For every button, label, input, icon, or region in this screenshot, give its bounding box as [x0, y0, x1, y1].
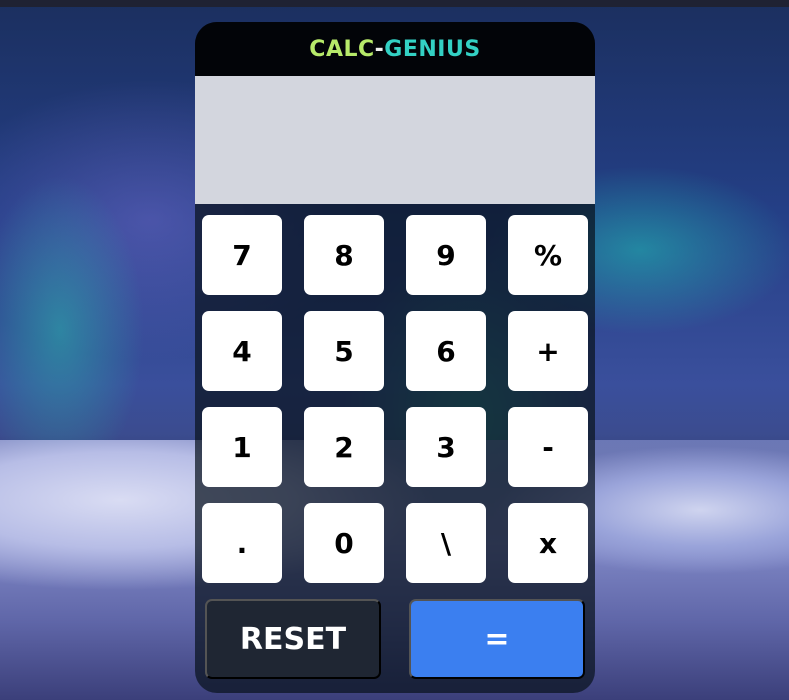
title-part-genius: GENIUS: [384, 36, 481, 62]
title-separator: -: [374, 36, 385, 62]
reset-button[interactable]: RESET: [205, 599, 381, 679]
key-2[interactable]: 2: [304, 407, 384, 487]
key-percent[interactable]: %: [508, 215, 588, 295]
key-8[interactable]: 8: [304, 215, 384, 295]
key-minus[interactable]: -: [508, 407, 588, 487]
key-9[interactable]: 9: [406, 215, 486, 295]
calculator-display: [195, 76, 595, 204]
key-6[interactable]: 6: [406, 311, 486, 391]
title-part-calc: CALC: [309, 36, 375, 62]
window-top-strip: [0, 0, 789, 7]
key-5[interactable]: 5: [304, 311, 384, 391]
key-plus[interactable]: +: [508, 311, 588, 391]
key-3[interactable]: 3: [406, 407, 486, 487]
equals-button[interactable]: =: [409, 599, 585, 679]
key-divide[interactable]: \: [406, 503, 486, 583]
calculator: CALC - GENIUS 7 8 9 % 4 5 6 + 1 2 3 - . …: [195, 22, 595, 693]
key-7[interactable]: 7: [202, 215, 282, 295]
key-4[interactable]: 4: [202, 311, 282, 391]
calculator-header: CALC - GENIUS: [195, 22, 595, 76]
key-decimal[interactable]: .: [202, 503, 282, 583]
key-multiply[interactable]: x: [508, 503, 588, 583]
key-1[interactable]: 1: [202, 407, 282, 487]
key-0[interactable]: 0: [304, 503, 384, 583]
